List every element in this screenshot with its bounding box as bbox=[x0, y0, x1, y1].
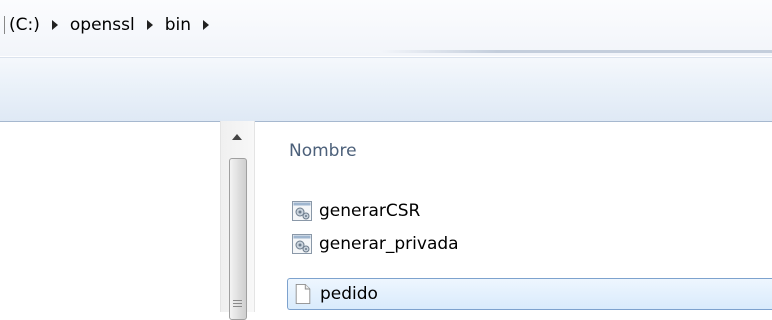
batch-file-icon bbox=[292, 201, 312, 221]
file-name: generar_privada bbox=[319, 234, 459, 254]
scroll-thumb[interactable] bbox=[229, 158, 247, 320]
file-item-generar-privada[interactable]: generar_privada bbox=[287, 229, 772, 259]
chevron-right-icon[interactable] bbox=[146, 20, 153, 30]
file-name: generarCSR bbox=[319, 201, 421, 221]
chevron-right-icon[interactable] bbox=[203, 20, 210, 30]
column-header-name[interactable]: Nombre bbox=[289, 141, 357, 161]
breadcrumb-item-bin[interactable]: bin bbox=[165, 15, 191, 35]
breadcrumb-divider bbox=[4, 16, 5, 34]
file-item-pedido[interactable]: pedido bbox=[287, 278, 772, 310]
batch-file-icon bbox=[292, 234, 312, 254]
command-bar bbox=[0, 57, 772, 122]
scroll-up-arrow-icon[interactable] bbox=[232, 134, 242, 140]
file-item-generarcsr[interactable]: generarCSR bbox=[287, 196, 772, 226]
address-bar-divider bbox=[380, 50, 772, 53]
address-bar[interactable]: (C:) openssl bin bbox=[0, 0, 772, 56]
file-name: pedido bbox=[320, 284, 378, 304]
breadcrumb-item-drive[interactable]: (C:) bbox=[9, 15, 40, 35]
breadcrumb: (C:) openssl bin bbox=[4, 10, 221, 40]
breadcrumb-item-openssl[interactable]: openssl bbox=[70, 15, 135, 35]
scroll-grip bbox=[233, 300, 242, 301]
document-icon bbox=[295, 284, 311, 304]
scroll-grip bbox=[233, 306, 242, 307]
chevron-right-icon[interactable] bbox=[51, 20, 58, 30]
scroll-grip bbox=[233, 303, 242, 304]
